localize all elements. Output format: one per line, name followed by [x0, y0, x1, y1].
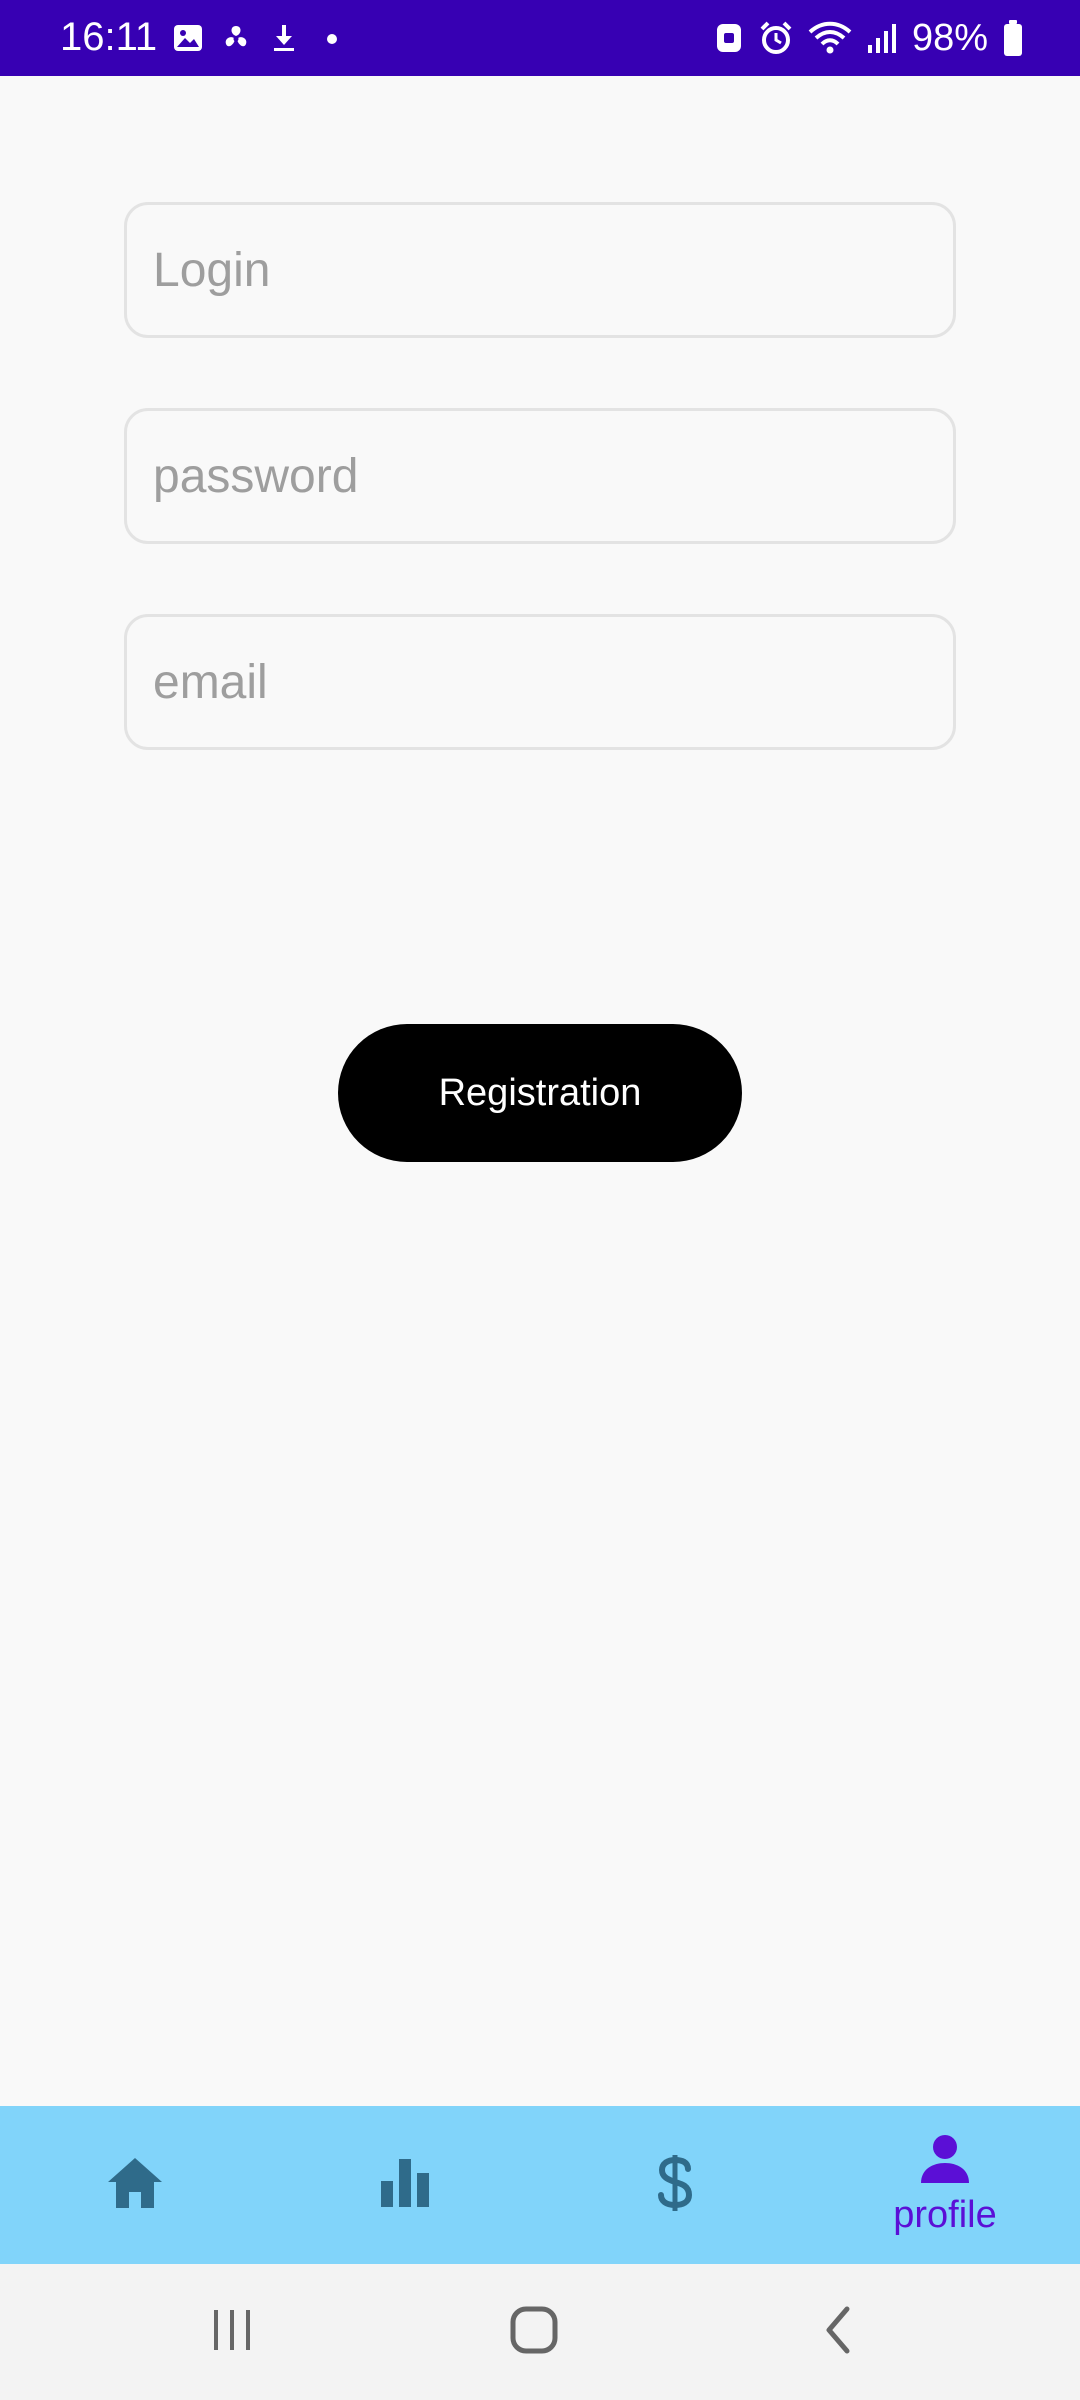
status-bar: 16:11 98%: [0, 0, 1080, 76]
login-input[interactable]: [153, 242, 927, 298]
email-field[interactable]: [124, 614, 956, 750]
nav-item-home[interactable]: [0, 2106, 270, 2264]
status-left-icons: [172, 18, 348, 58]
back-icon: [821, 2305, 855, 2360]
status-right: 98%: [714, 14, 1024, 62]
nav-item-profile[interactable]: profile: [810, 2106, 1080, 2264]
email-input[interactable]: [153, 654, 927, 710]
download-icon: [268, 22, 300, 54]
fan-icon: [220, 22, 252, 54]
registration-button[interactable]: Registration: [338, 1024, 742, 1162]
dot-icon: [316, 22, 348, 54]
home-icon: [105, 2155, 165, 2216]
password-input[interactable]: [153, 448, 927, 504]
gallery-icon: [172, 22, 204, 54]
back-button[interactable]: [758, 2264, 918, 2400]
nav-item-money[interactable]: [540, 2106, 810, 2264]
home-button[interactable]: [454, 2264, 614, 2400]
nfc-icon: [714, 21, 744, 55]
login-field[interactable]: [124, 202, 956, 338]
dollar-icon: [655, 2153, 695, 2218]
status-time: 16:11: [60, 15, 158, 59]
signal-icon: [866, 21, 898, 55]
battery-percentage: 98%: [911, 17, 988, 59]
screen: 16:11 98% Login email Registration profi…: [0, 0, 1080, 2400]
recents-button[interactable]: [152, 2264, 312, 2400]
recents-icon: [208, 2308, 256, 2357]
person-icon: [919, 2133, 971, 2190]
nav-label-profile: profile: [893, 2194, 997, 2236]
wifi-icon: [808, 20, 852, 56]
bar-chart-icon: [379, 2157, 431, 2214]
nav-item-stats[interactable]: [270, 2106, 540, 2264]
password-field[interactable]: [124, 408, 956, 544]
battery-icon: [1002, 19, 1024, 57]
alarm-icon: [758, 20, 794, 56]
bottom-navigation: profile: [0, 2106, 1080, 2264]
system-navigation-bar: [0, 2264, 1080, 2400]
home-outline-icon: [509, 2305, 559, 2360]
